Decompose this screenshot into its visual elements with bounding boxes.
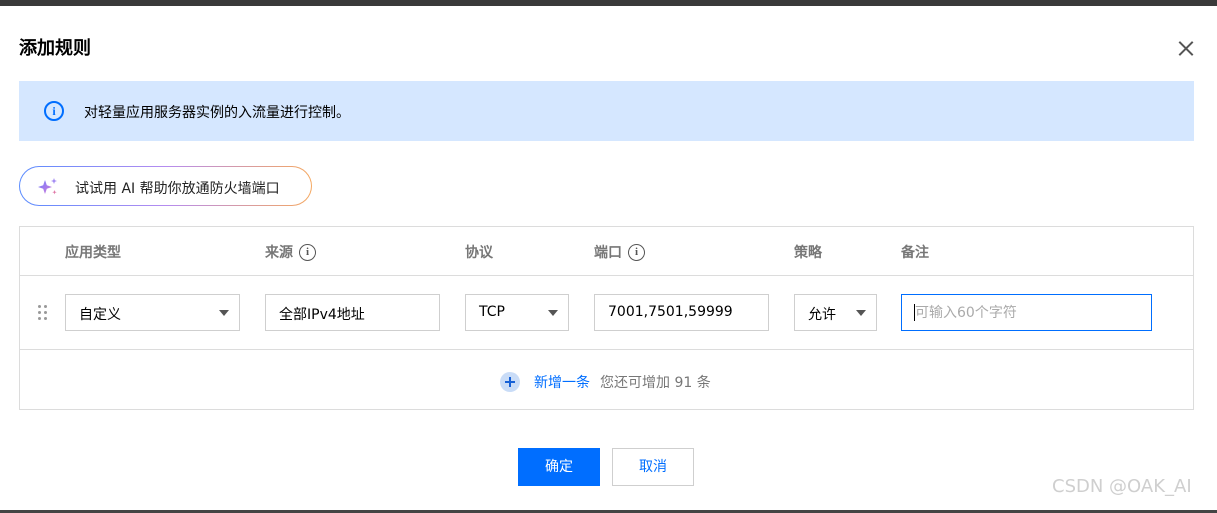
ai-assist-button[interactable]: 试试用 AI 帮助你放通防火墙端口 xyxy=(19,166,312,206)
add-rule-dialog: 添加规则 i 对轻量应用服务器实例的入流量进行控制。 试试用 AI 帮助你放通防… xyxy=(0,6,1217,510)
plus-icon[interactable] xyxy=(500,372,520,392)
source-input[interactable]: 全部IPv4地址 xyxy=(265,294,440,331)
header-note: 备注 xyxy=(901,245,929,261)
rules-table: 应用类型 来源i 协议 端口i 策略 备注 自定义 全部IPv4地址 TCP xyxy=(19,226,1194,410)
note-input[interactable] xyxy=(901,294,1152,331)
port-input[interactable]: 7001,7501,59999 xyxy=(594,294,769,331)
watermark: CSDN @OAK_AI xyxy=(1052,476,1192,497)
info-banner: i 对轻量应用服务器实例的入流量进行控制。 xyxy=(19,81,1194,141)
source-value: 全部IPv4地址 xyxy=(279,307,365,323)
ai-assist-label: 试试用 AI 帮助你放通防火墙端口 xyxy=(75,181,280,197)
app-type-select[interactable]: 自定义 xyxy=(65,294,240,331)
drag-handle-icon[interactable] xyxy=(38,305,48,321)
cancel-button[interactable]: 取消 xyxy=(612,448,694,486)
chevron-down-icon xyxy=(548,310,558,316)
add-rule-hint: 您还可增加 91 条 xyxy=(600,375,711,391)
chevron-down-icon xyxy=(856,310,866,316)
dialog-title: 添加规则 xyxy=(19,38,91,59)
close-icon[interactable] xyxy=(1173,36,1199,62)
add-rule-link[interactable]: 新增一条 xyxy=(534,372,590,392)
help-icon[interactable]: i xyxy=(299,243,316,261)
protocol-select[interactable]: TCP xyxy=(465,294,569,331)
table-row: 自定义 全部IPv4地址 TCP 7001,7501,59999 允许 xyxy=(20,276,1193,350)
header-port: 端口 i xyxy=(594,242,645,262)
policy-select[interactable]: 允许 xyxy=(794,294,877,331)
protocol-value: TCP xyxy=(479,304,505,320)
header-protocol: 协议 xyxy=(465,245,493,261)
add-rule-row: 新增一条 您还可增加 91 条 xyxy=(500,372,711,392)
port-value: 7001,7501,59999 xyxy=(608,304,733,320)
app-type-value: 自定义 xyxy=(79,307,121,323)
confirm-button[interactable]: 确定 xyxy=(518,448,600,486)
header-source: 来源 i xyxy=(265,242,316,262)
table-header: 应用类型 来源 i 协议 端口 i 策略 备注 xyxy=(20,227,1193,276)
text-cursor xyxy=(914,304,915,321)
info-text: 对轻量应用服务器实例的入流量进行控制。 xyxy=(84,105,350,121)
ai-sparkle-icon xyxy=(38,178,57,195)
chevron-down-icon xyxy=(219,310,229,316)
header-policy: 策略 xyxy=(794,245,822,261)
policy-value: 允许 xyxy=(808,307,836,323)
info-icon: i xyxy=(44,101,64,121)
help-icon[interactable]: i xyxy=(628,243,645,261)
header-app-type: 应用类型 xyxy=(65,245,121,261)
